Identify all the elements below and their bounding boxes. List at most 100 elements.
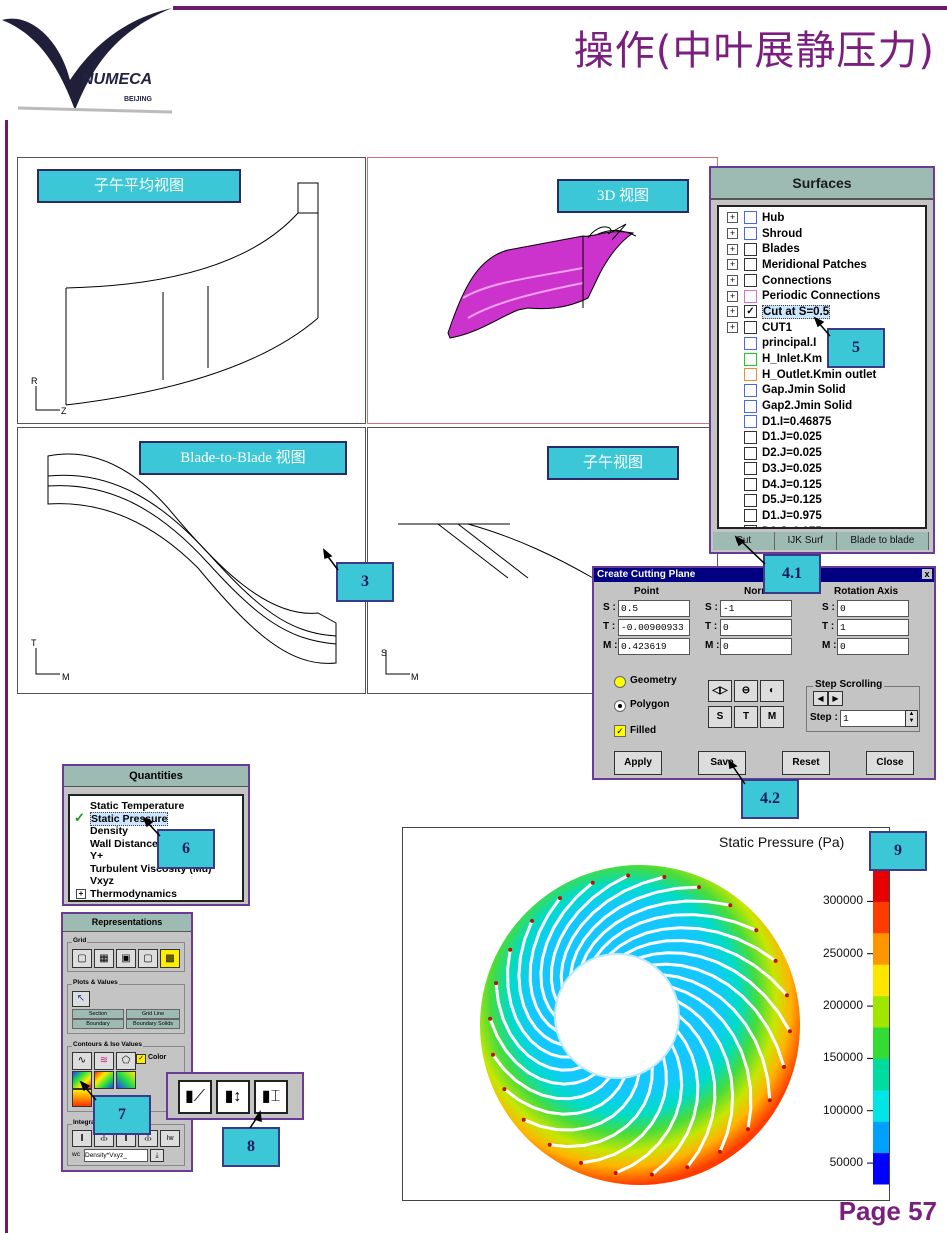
- surface-item[interactable]: + ✓ Cut at S=0.5: [719, 304, 925, 320]
- rotate-plane-icon[interactable]: ⊖: [734, 680, 758, 702]
- expand-icon[interactable]: +: [727, 228, 738, 240]
- plane-view-icon[interactable]: ◐: [760, 680, 784, 702]
- geometry-radio[interactable]: [614, 676, 626, 688]
- surface-item[interactable]: D4.J=0.125: [719, 477, 925, 493]
- surface-checkbox[interactable]: ✓: [744, 305, 757, 319]
- rotation-t-input[interactable]: 1: [837, 619, 909, 636]
- axis-s-button[interactable]: S: [708, 706, 732, 728]
- isoline-icon[interactable]: ∿: [72, 1052, 92, 1070]
- surface-item[interactable]: D2.J=0.025: [719, 445, 925, 461]
- expand-icon[interactable]: +: [727, 212, 738, 224]
- surface-checkbox[interactable]: [744, 211, 757, 225]
- expand-icon[interactable]: +: [727, 306, 738, 318]
- integral-icon[interactable]: I: [72, 1130, 92, 1147]
- expand-icon[interactable]: +: [727, 243, 738, 255]
- expand-icon[interactable]: +: [727, 275, 738, 287]
- expand-icon[interactable]: +: [76, 888, 86, 899]
- section-cell[interactable]: Section: [72, 1009, 124, 1019]
- contour-fill-alt-icon[interactable]: [94, 1071, 114, 1089]
- surface-checkbox[interactable]: [744, 368, 757, 382]
- surface-checkbox[interactable]: [744, 227, 757, 241]
- surface-checkbox[interactable]: [744, 430, 757, 444]
- point-s-input[interactable]: 0.5: [618, 600, 690, 617]
- surfaces-list[interactable]: + Hub + Shroud + Blades + Meridional Patches + Co…: [717, 205, 927, 529]
- apply-button[interactable]: Apply: [614, 751, 662, 775]
- normal-t-input[interactable]: 0: [720, 619, 792, 636]
- surface-checkbox[interactable]: [744, 446, 757, 460]
- surface-item[interactable]: Gap2.Jmin Solid: [719, 398, 925, 414]
- surface-checkbox[interactable]: [744, 289, 757, 303]
- expand-icon[interactable]: +: [727, 322, 738, 334]
- quantity-item[interactable]: Vxyz: [70, 875, 242, 888]
- step-left-icon[interactable]: ◀: [813, 691, 828, 706]
- step-input[interactable]: 1: [840, 710, 906, 727]
- contour-extra-icon[interactable]: [72, 1089, 92, 1107]
- surface-checkbox[interactable]: [744, 525, 757, 527]
- surface-item[interactable]: D1.I=0.46875: [719, 414, 925, 430]
- surface-item[interactable]: D5.J=0.125: [719, 492, 925, 508]
- quantity-item[interactable]: Turbulent Viscosity (Mu): [70, 863, 242, 876]
- quantities-list[interactable]: Static Temperature ✓ Static Pressure Dens…: [68, 794, 244, 902]
- quantity-item-thermodynamics[interactable]: + Thermodynamics: [70, 888, 242, 901]
- iso-surface-icon[interactable]: ⬠: [116, 1052, 136, 1070]
- boundary-cell[interactable]: Boundary: [72, 1019, 124, 1029]
- surface-item[interactable]: D2.J=0.975: [719, 524, 925, 527]
- quantity-item[interactable]: Static Temperature: [70, 800, 242, 813]
- save-button[interactable]: Save: [698, 751, 746, 775]
- surface-item[interactable]: D3.J=0.025: [719, 461, 925, 477]
- grid-solid-icon[interactable]: ▣: [116, 949, 136, 968]
- rotation-m-input[interactable]: 0: [837, 638, 909, 655]
- surface-checkbox[interactable]: [744, 321, 757, 335]
- surface-checkbox[interactable]: [744, 478, 757, 492]
- axis-t-button[interactable]: T: [734, 706, 758, 728]
- surface-item[interactable]: D1.J=0.975: [719, 508, 925, 524]
- surface-item[interactable]: + Connections: [719, 273, 925, 289]
- quantity-item[interactable]: Density: [70, 825, 242, 838]
- integral-field-input[interactable]: Density*Vxyz_: [84, 1149, 148, 1162]
- surface-item[interactable]: + Hub: [719, 210, 925, 226]
- grid-active-icon[interactable]: ▩: [160, 949, 180, 968]
- surface-checkbox[interactable]: [744, 509, 757, 523]
- surface-checkbox[interactable]: [744, 462, 757, 476]
- tab-ijk-surf[interactable]: IJK Surf: [775, 532, 837, 550]
- polygon-radio[interactable]: [614, 700, 626, 712]
- flip-horizontal-icon[interactable]: ◁▷: [708, 680, 732, 702]
- surface-checkbox[interactable]: [744, 274, 757, 288]
- contour-fill-icon[interactable]: [72, 1071, 92, 1089]
- surface-checkbox[interactable]: [744, 258, 757, 272]
- close-button[interactable]: Close: [866, 751, 914, 775]
- expand-icon[interactable]: +: [727, 290, 738, 302]
- point-m-input[interactable]: 0.423619: [618, 638, 690, 655]
- surface-checkbox[interactable]: [744, 399, 757, 413]
- boundary-solids-cell[interactable]: Boundary Solids: [126, 1019, 180, 1029]
- tab-cut[interactable]: Cut: [713, 532, 775, 550]
- expand-icon[interactable]: +: [727, 259, 738, 271]
- surface-checkbox[interactable]: [744, 415, 757, 429]
- quantity-item[interactable]: Wall Distance: [70, 838, 242, 851]
- surface-checkbox[interactable]: [744, 493, 757, 507]
- surface-checkbox[interactable]: [744, 336, 757, 350]
- quantity-item-selected[interactable]: ✓ Static Pressure: [70, 811, 242, 826]
- normal-m-input[interactable]: 0: [720, 638, 792, 655]
- contour-limit-icon[interactable]: ▮⌶: [254, 1080, 288, 1114]
- rotation-s-input[interactable]: 0: [837, 600, 909, 617]
- contour-smooth-icon[interactable]: [116, 1071, 136, 1089]
- surface-item[interactable]: + Periodic Connections: [719, 288, 925, 304]
- download-icon[interactable]: ⤓: [150, 1149, 164, 1162]
- pointer-icon[interactable]: ↖: [72, 991, 90, 1007]
- surface-checkbox[interactable]: [744, 352, 757, 366]
- surface-item[interactable]: H_Inlet.Km: [719, 351, 925, 367]
- quantity-item[interactable]: Y+: [70, 850, 242, 863]
- grid-mesh-icon[interactable]: ▦: [94, 949, 114, 968]
- surface-item[interactable]: + Shroud: [719, 226, 925, 242]
- surface-item[interactable]: Gap.Jmin Solid: [719, 383, 925, 399]
- grid-outline-icon[interactable]: ▢: [138, 949, 158, 968]
- surface-item[interactable]: + Meridional Patches: [719, 257, 925, 273]
- filled-checkbox[interactable]: ✓: [614, 725, 626, 737]
- weighted-integral-icon[interactable]: Iw: [160, 1130, 180, 1147]
- surface-checkbox[interactable]: [744, 242, 757, 256]
- surface-checkbox[interactable]: [744, 383, 757, 397]
- normal-s-input[interactable]: -1: [720, 600, 792, 617]
- point-t-input[interactable]: -0.00900933: [618, 619, 690, 636]
- reset-button[interactable]: Reset: [782, 751, 830, 775]
